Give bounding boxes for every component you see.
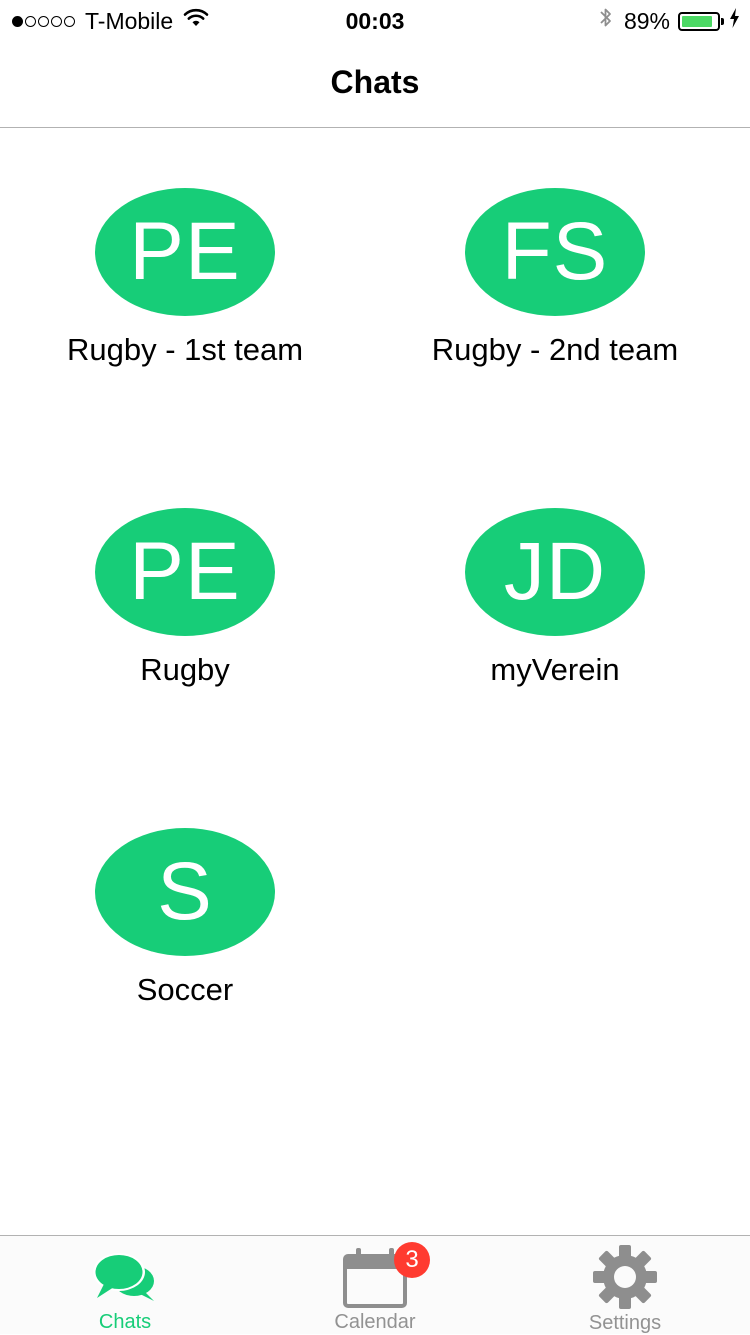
tab-calendar[interactable]: 3 Calendar <box>250 1236 500 1334</box>
chat-name: myVerein <box>490 652 620 687</box>
chat-avatar[interactable]: JD <box>465 508 645 636</box>
chat-name: Rugby <box>140 652 230 687</box>
status-bar: T-Mobile 00:03 89% <box>0 0 750 40</box>
tab-settings[interactable]: Settings <box>500 1236 750 1334</box>
bluetooth-icon <box>598 5 614 37</box>
chat-avatar[interactable]: PE <box>95 188 275 316</box>
chat-item[interactable]: JD myVerein <box>370 508 740 688</box>
tab-bar: Chats 3 Calendar Settings <box>0 1235 750 1334</box>
calendar-badge: 3 <box>394 1242 430 1278</box>
charging-bolt-icon <box>729 8 740 34</box>
chat-bubbles-icon[interactable] <box>92 1244 158 1309</box>
battery-level-fill <box>682 15 713 27</box>
chat-grid: PE Rugby - 1st team FS Rugby - 2nd team … <box>0 188 750 1008</box>
calendar-icon[interactable]: 3 <box>342 1242 430 1309</box>
chat-avatar[interactable]: FS <box>465 188 645 316</box>
tab-label: Calendar <box>334 1311 416 1333</box>
chat-name: Soccer <box>136 972 234 1007</box>
page-title: Chats <box>330 64 420 100</box>
tab-chats[interactable]: Chats <box>0 1236 250 1334</box>
chat-name: Rugby - 2nd team <box>431 332 679 367</box>
battery-icon <box>678 11 720 31</box>
gear-icon[interactable] <box>592 1244 658 1310</box>
navigation-bar: Chats <box>0 40 750 128</box>
chat-avatar[interactable]: S <box>95 828 275 956</box>
tab-label: Chats <box>98 1311 152 1333</box>
battery-cap <box>721 17 724 25</box>
chat-avatar[interactable]: PE <box>95 508 275 636</box>
chat-name: Rugby - 1st team <box>66 332 304 367</box>
chat-item[interactable]: PE Rugby - 1st team <box>0 188 370 368</box>
chat-item[interactable]: S Soccer <box>0 828 370 1008</box>
status-right: 89% <box>598 7 740 35</box>
tab-label: Settings <box>588 1312 662 1334</box>
chat-item[interactable]: PE Rugby <box>0 508 370 688</box>
battery-percent: 89% <box>623 7 670 34</box>
chat-item[interactable]: FS Rugby - 2nd team <box>370 188 740 368</box>
